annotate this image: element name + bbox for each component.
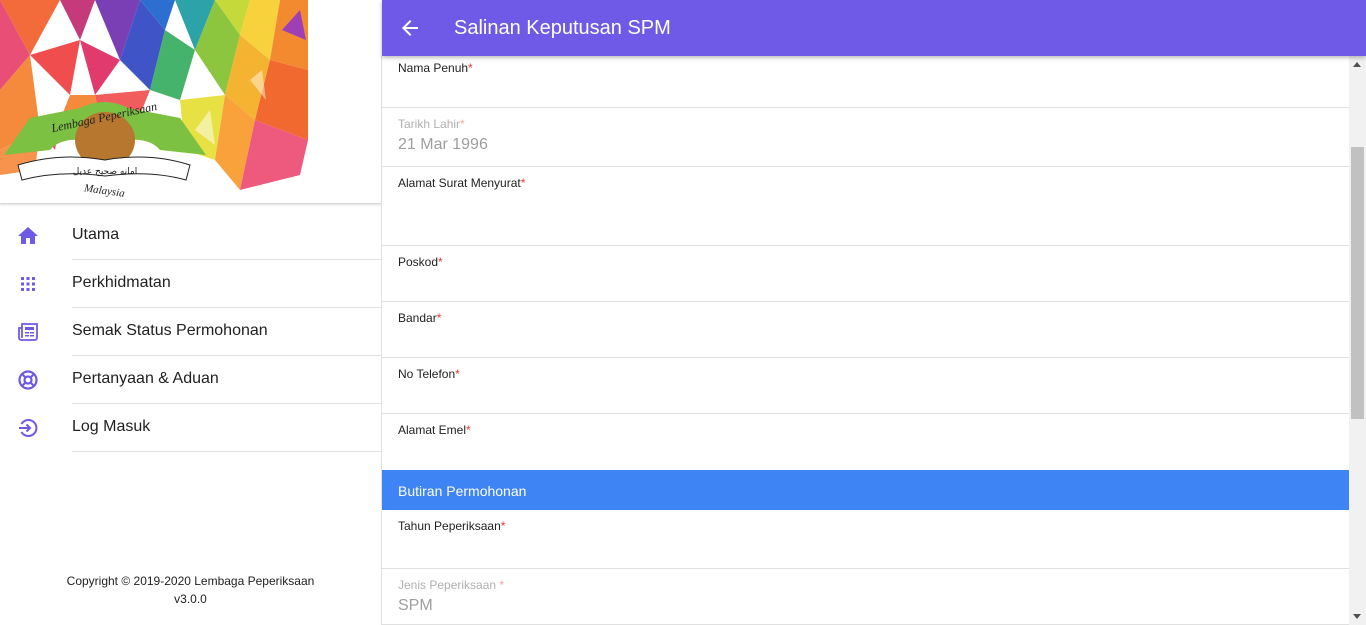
field-label: Tahun Peperiksaan*: [398, 519, 506, 533]
field-tahun-peperiksaan[interactable]: Tahun Peperiksaan*: [382, 510, 1349, 569]
nav-item-log-masuk[interactable]: Log Masuk: [0, 404, 381, 452]
field-no-telefon[interactable]: No Telefon*: [382, 358, 1349, 414]
nav-item-pertanyaan-aduan[interactable]: Pertanyaan & Aduan: [0, 356, 381, 404]
field-label: No Telefon*: [398, 367, 460, 381]
field-value: 21 Mar 1996: [398, 136, 488, 153]
field-poskod[interactable]: Poskod*: [382, 246, 1349, 302]
field-label: Jenis Peperiksaan *: [398, 578, 505, 592]
sidebar-footer: Copyright © 2019-2020 Lembaga Peperiksaa…: [0, 572, 381, 608]
nav-item-utama[interactable]: Utama: [0, 212, 381, 260]
field-nama-penuh[interactable]: Nama Penuh*: [382, 56, 1349, 108]
field-jenis-peperiksaan: Jenis Peperiksaan * SPM: [382, 569, 1349, 625]
nav-label: Log Masuk: [72, 418, 151, 435]
nav-item-semak-status[interactable]: Semak Status Permohonan: [0, 308, 381, 356]
nav-list: Utama Perkhidmatan Semak Status Permohon…: [0, 212, 381, 452]
field-label: Alamat Emel*: [398, 423, 471, 437]
version-text: v3.0.0: [174, 592, 207, 606]
field-label: Tarikh Lahir*: [398, 117, 465, 131]
section-header: Butiran Permohonan: [382, 470, 1349, 510]
nav-label: Perkhidmatan: [72, 274, 171, 291]
newspaper-icon: [18, 323, 38, 341]
scroll-down-arrow-icon[interactable]: [1353, 614, 1361, 619]
home-icon: [18, 227, 38, 244]
nav-divider: [72, 451, 381, 452]
section-title: Butiran Permohonan: [398, 483, 527, 499]
field-label: Nama Penuh*: [398, 61, 473, 75]
field-bandar[interactable]: Bandar*: [382, 302, 1349, 358]
login-icon: [19, 419, 38, 437]
banner: Lembaga Peperiksaan Malaysia امانه صحيح …: [0, 0, 381, 204]
field-tarikh-lahir: Tarikh Lahir* 21 Mar 1996: [382, 108, 1349, 167]
field-alamat-surat[interactable]: Alamat Surat Menyurat*: [382, 167, 1349, 246]
copyright-text: Copyright © 2019-2020 Lembaga Peperiksaa…: [66, 574, 315, 588]
field-value: SPM: [398, 597, 433, 614]
apps-grid-icon: [21, 277, 35, 291]
scrollbar[interactable]: [1349, 56, 1366, 625]
nav-label: Semak Status Permohonan: [72, 322, 268, 339]
logo-motto: امانه صحيح عديل: [73, 167, 138, 177]
banner-graphic: Lembaga Peperiksaan Malaysia امانه صحيح …: [0, 0, 381, 203]
page-title: Salinan Keputusan SPM: [454, 17, 671, 39]
lifebuoy-icon: [18, 370, 38, 390]
nav-item-perkhidmatan[interactable]: Perkhidmatan: [0, 260, 381, 308]
field-label: Bandar*: [398, 311, 442, 325]
field-label: Alamat Surat Menyurat*: [398, 176, 526, 190]
field-label: Poskod*: [398, 255, 443, 269]
nav-label: Utama: [72, 226, 120, 243]
back-arrow-icon[interactable]: [398, 16, 422, 40]
scrollbar-thumb[interactable]: [1351, 147, 1364, 419]
nav-label: Pertanyaan & Aduan: [72, 370, 219, 387]
form-content: Nama Penuh* Tarikh Lahir* 21 Mar 1996 Al…: [382, 56, 1349, 625]
scroll-up-arrow-icon[interactable]: [1353, 62, 1361, 67]
app-bar: Salinan Keputusan SPM: [382, 0, 1366, 56]
field-alamat-emel[interactable]: Alamat Emel*: [382, 414, 1349, 470]
navigation-drawer: Lembaga Peperiksaan Malaysia امانه صحيح …: [0, 0, 381, 625]
